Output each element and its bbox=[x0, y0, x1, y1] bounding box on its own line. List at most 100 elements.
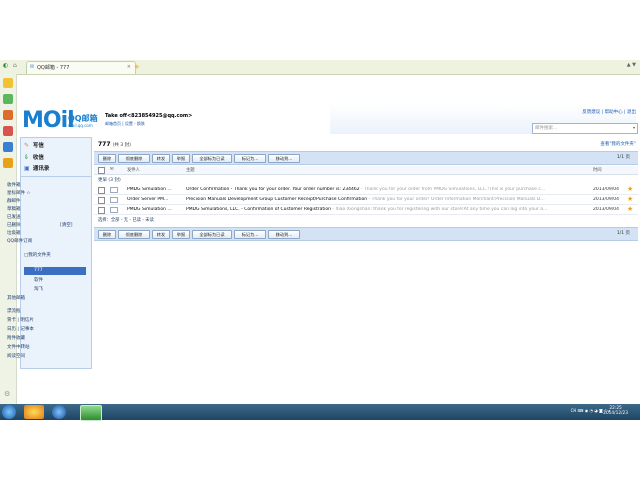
move-to-dropdown[interactable]: 移动到... bbox=[268, 154, 300, 163]
mail-list-header: ✉ 发件人 主题 时间 bbox=[94, 166, 638, 175]
browser-home-icon[interactable]: ⌂ bbox=[13, 62, 17, 69]
start-button[interactable] bbox=[2, 405, 16, 419]
browser-tab[interactable]: ✉ QQ邮箱 - 777 × bbox=[26, 61, 136, 74]
pager-bottom[interactable]: 1/1 页 bbox=[617, 230, 630, 236]
tab-favicon-icon: ✉ bbox=[30, 64, 35, 70]
nav-item-reading[interactable]: 阅读空间 bbox=[7, 353, 25, 359]
account-links[interactable]: 邮箱首页 | 设置 - 换肤 bbox=[105, 121, 145, 127]
receive-mail-button[interactable]: ⇩ 收信 bbox=[24, 153, 86, 163]
row-subject-line[interactable]: Order Confirmation - Thank you for your … bbox=[186, 187, 596, 192]
inbox-label: 收信 bbox=[32, 155, 44, 161]
row-checkbox[interactable] bbox=[98, 187, 105, 194]
folder-software[interactable]: 软件 bbox=[34, 277, 43, 283]
row-preview: - Thank you for your order from PMDG Sim… bbox=[359, 187, 546, 192]
row-from: PMDG Simulation ... bbox=[127, 207, 172, 212]
favorites-star-icon[interactable] bbox=[3, 78, 13, 88]
sidebar-notes-icon[interactable] bbox=[3, 158, 13, 168]
group-label-earlier[interactable]: 更早 (3 封) bbox=[98, 177, 121, 183]
taskbar-clock[interactable]: 22:25 2014/12/23 bbox=[603, 406, 628, 416]
mark-all-read-button[interactable]: 全部标为已读 bbox=[192, 230, 232, 239]
row-date: 2013/09/04 bbox=[593, 197, 619, 202]
nav-item-attachments[interactable]: 附件收藏 bbox=[7, 335, 25, 341]
report-button[interactable]: 举报 bbox=[172, 230, 190, 239]
sidebar-history-icon[interactable] bbox=[3, 126, 13, 136]
permanent-delete-button[interactable]: 彻底删除 bbox=[118, 154, 150, 163]
row-checkbox[interactable] bbox=[98, 197, 105, 204]
mark-as-dropdown[interactable]: 标记为... bbox=[234, 154, 266, 163]
write-mail-button[interactable]: ✎ 写信 bbox=[24, 141, 86, 151]
tab-close-icon[interactable]: × bbox=[127, 64, 131, 70]
new-tab-icon[interactable]: + bbox=[134, 63, 140, 71]
star-icon[interactable]: ★ bbox=[627, 185, 633, 193]
search-dropdown-icon[interactable]: ▾ bbox=[633, 125, 635, 130]
pen-icon: ✎ bbox=[24, 142, 30, 149]
nav-item-group-mail[interactable]: 群邮件 bbox=[7, 198, 21, 204]
nav-item-spam[interactable]: 垃圾箱 bbox=[7, 230, 21, 236]
nav-item-file-transfer[interactable]: 文件中转站 bbox=[7, 344, 30, 350]
column-from[interactable]: 发件人 bbox=[127, 167, 140, 173]
nav-item-drafts[interactable]: 草稿箱 bbox=[7, 206, 21, 212]
report-button[interactable]: 举报 bbox=[172, 154, 190, 163]
permanent-delete-button[interactable]: 彻底删除 bbox=[118, 230, 150, 239]
select-all-checkbox[interactable] bbox=[98, 167, 105, 174]
window-controls[interactable]: ▲ ▼ bbox=[627, 62, 636, 68]
column-time[interactable]: 时间 bbox=[593, 167, 602, 173]
star-icon[interactable]: ★ bbox=[627, 205, 633, 213]
mail-row[interactable]: PMDG Simulation ... Order Confirmation -… bbox=[94, 185, 638, 195]
account-name[interactable]: Take off<823854925@qq.com> bbox=[105, 113, 192, 119]
nav-item-inbox[interactable]: 收件箱 bbox=[7, 182, 21, 188]
empty-trash-link[interactable]: [清空] bbox=[60, 222, 73, 228]
mail-row[interactable]: PMDG Simulation ... PMDG Simulations, LL… bbox=[94, 205, 638, 215]
row-subject-line[interactable]: PMDG Simulations, LLC. - Confirmation of… bbox=[186, 207, 596, 212]
move-to-dropdown[interactable]: 移动到... bbox=[268, 230, 300, 239]
row-preview: - Xiao Xiongshan: thank you for register… bbox=[330, 207, 548, 212]
row-subject: PMDG Simulations, LLC. - Confirmation of… bbox=[186, 207, 331, 212]
delete-button[interactable]: 删除 bbox=[98, 230, 116, 239]
contacts-button[interactable]: ▣ 通讯录 bbox=[24, 164, 86, 174]
forward-button[interactable]: 转发 bbox=[152, 230, 170, 239]
star-icon[interactable]: ★ bbox=[627, 195, 633, 203]
envelope-icon bbox=[110, 197, 118, 203]
contacts-icon: ▣ bbox=[24, 165, 30, 172]
sidebar-settings-icon[interactable]: ⚙ bbox=[4, 390, 10, 398]
mark-as-dropdown[interactable]: 标记为... bbox=[234, 230, 266, 239]
mail-search-input[interactable]: 邮件搜索... ▾ bbox=[532, 123, 638, 134]
envelope-icon bbox=[110, 207, 118, 213]
taskbar-browser-icon[interactable] bbox=[80, 405, 102, 421]
nav-item-cards[interactable]: 贺卡 | 明信片 bbox=[7, 317, 34, 323]
taskbar-ie-icon[interactable] bbox=[52, 405, 66, 419]
row-checkbox[interactable] bbox=[98, 207, 105, 214]
folder-777[interactable]: 777 bbox=[34, 268, 43, 273]
nav-item-other-mail[interactable]: 其他邮箱 bbox=[7, 295, 25, 301]
forward-button[interactable]: 转发 bbox=[152, 154, 170, 163]
sidebar-book-icon[interactable] bbox=[3, 142, 13, 152]
contacts-label: 通讯录 bbox=[32, 166, 50, 172]
folder-taofei[interactable]: 淘飞 bbox=[34, 286, 43, 292]
nav-item-drift-bottle[interactable]: 漂流瓶 bbox=[7, 308, 21, 314]
sidebar-download-icon[interactable] bbox=[3, 110, 13, 120]
nav-item-starred[interactable]: 星标邮件 ☆ bbox=[7, 190, 30, 196]
nav-item-sent[interactable]: 已发送 bbox=[7, 214, 21, 220]
select-filter-bar[interactable]: 选择：全部 - 无 - 已读 - 未读 bbox=[98, 217, 154, 223]
delete-button[interactable]: 删除 bbox=[98, 154, 116, 163]
tab-title: QQ邮箱 - 777 bbox=[37, 65, 70, 71]
row-date: 2013/09/04 bbox=[593, 207, 619, 212]
my-folders-header[interactable]: □我的文件夹 bbox=[24, 252, 51, 258]
nav-item-deleted[interactable]: 已删除 bbox=[7, 222, 21, 228]
view-my-folders-link[interactable]: 查看"我的文件夹" bbox=[600, 141, 636, 147]
pager-top[interactable]: 1/1 页 bbox=[617, 154, 630, 160]
nav-item-calendar[interactable]: 日历 | 记事本 bbox=[7, 326, 34, 332]
logo-url: mail.qq.com bbox=[68, 123, 93, 128]
column-subject[interactable]: 主题 bbox=[186, 167, 195, 173]
nav-item-subscription[interactable]: QQ邮件订阅 bbox=[7, 238, 32, 244]
browser-back-icon[interactable]: ◐ bbox=[3, 62, 8, 69]
taskbar-app-icon[interactable] bbox=[24, 405, 44, 419]
mail-row[interactable]: Order Server PM... Precision Manuals Dev… bbox=[94, 195, 638, 205]
search-placeholder: 邮件搜索... bbox=[535, 126, 558, 131]
folder-title: 777 (共 3 封) bbox=[98, 141, 131, 148]
top-links[interactable]: 反馈建议 | 帮助中心 | 退出 bbox=[582, 109, 636, 115]
mark-all-read-button[interactable]: 全部标为已读 bbox=[192, 154, 232, 163]
sidebar-app-icon[interactable] bbox=[3, 94, 13, 104]
inbox-tray-icon: ⇩ bbox=[24, 154, 30, 161]
row-subject-line[interactable]: Precision Manuals Development Group Cust… bbox=[186, 197, 596, 202]
